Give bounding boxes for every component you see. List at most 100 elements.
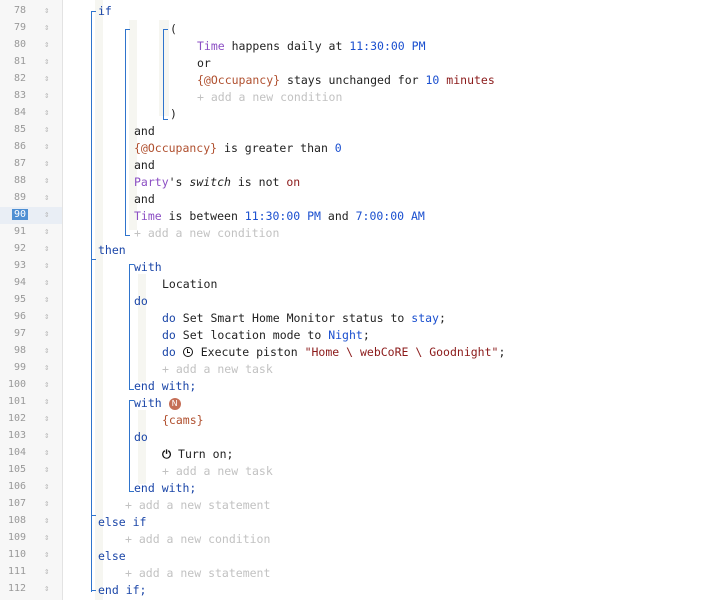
task-set-mode[interactable]: do Set location mode to Night; (162, 327, 370, 344)
drag-handle-icon[interactable]: ⇕ (44, 261, 49, 271)
gutter-row[interactable]: 93 ⇕ (0, 258, 62, 275)
drag-handle-icon[interactable]: ⇕ (44, 329, 49, 339)
drag-handle-icon[interactable]: ⇕ (44, 448, 49, 458)
and-operator-2[interactable]: and (134, 157, 155, 174)
add-condition-link-else-if[interactable]: + add a new condition (125, 531, 270, 548)
drag-handle-icon[interactable]: ⇕ (44, 244, 49, 254)
drag-handle-icon[interactable]: ⇕ (44, 57, 49, 67)
drag-handle-icon[interactable]: ⇕ (44, 23, 49, 33)
gutter-row[interactable]: 107 ⇕ (0, 496, 62, 513)
drag-handle-icon[interactable]: ⇕ (44, 6, 49, 16)
drag-handle-icon[interactable]: ⇕ (44, 142, 49, 152)
gutter-row[interactable]: 92 ⇕ (0, 241, 62, 258)
drag-handle-icon[interactable]: ⇕ (44, 584, 49, 594)
condition-occupancy-unchanged[interactable]: {@Occupancy} stays unchanged for 10 minu… (197, 72, 495, 89)
gutter-row[interactable]: 83 ⇕ (0, 88, 62, 105)
gutter-row[interactable]: 86 ⇕ (0, 139, 62, 156)
drag-handle-icon[interactable]: ⇕ (44, 108, 49, 118)
condition-occupancy-greater[interactable]: {@Occupancy} is greater than 0 (134, 140, 342, 157)
gutter-row[interactable]: 82 ⇕ (0, 71, 62, 88)
gutter-row[interactable]: 99 ⇕ (0, 360, 62, 377)
add-task-link-1[interactable]: + add a new task (162, 361, 273, 378)
gutter-row[interactable]: 111 ⇕ (0, 564, 62, 581)
drag-handle-icon[interactable]: ⇕ (44, 227, 49, 237)
gutter-row[interactable]: 97 ⇕ (0, 326, 62, 343)
gutter-row[interactable]: 95 ⇕ (0, 292, 62, 309)
gutter-row[interactable]: 103 ⇕ (0, 428, 62, 445)
with-target-cams[interactable]: {cams} (162, 412, 204, 429)
gutter-row[interactable]: 101 ⇕ (0, 394, 62, 411)
add-condition-link-if[interactable]: + add a new condition (134, 225, 279, 242)
and-operator-3[interactable]: and (134, 191, 155, 208)
end-with-2[interactable]: end with; (134, 480, 196, 497)
do-keyword-2[interactable]: do (134, 429, 148, 446)
gutter-row[interactable]: 84 ⇕ (0, 105, 62, 122)
add-statement-link-then[interactable]: + add a new statement (125, 497, 270, 514)
gutter-row[interactable]: 104 ⇕ (0, 445, 62, 462)
gutter-row[interactable]: 106 ⇕ (0, 479, 62, 496)
with-keyword-2[interactable]: with N (134, 395, 181, 412)
condition-time-between[interactable]: Time is between 11:30:00 PM and 7:00:00 … (134, 208, 425, 225)
gutter-row[interactable]: 102 ⇕ (0, 411, 62, 428)
task-set-shm[interactable]: do Set Smart Home Monitor status to stay… (162, 310, 446, 327)
drag-handle-icon[interactable]: ⇕ (44, 193, 49, 203)
do-keyword-1[interactable]: do (134, 293, 148, 310)
gutter-row[interactable]: 105 ⇕ (0, 462, 62, 479)
gutter-row[interactable]: 88 ⇕ (0, 173, 62, 190)
drag-handle-icon[interactable]: ⇕ (44, 397, 49, 407)
task-turn-on[interactable]: ⏻ Turn on; (162, 446, 233, 463)
gutter-row[interactable]: 108 ⇕ (0, 513, 62, 530)
drag-handle-icon[interactable]: ⇕ (44, 210, 49, 220)
end-if-keyword[interactable]: end if; (98, 582, 146, 599)
else-keyword[interactable]: else (98, 548, 126, 565)
then-keyword[interactable]: then (98, 242, 126, 259)
gutter-row[interactable]: 98 ⇕ (0, 343, 62, 360)
drag-handle-icon[interactable]: ⇕ (44, 74, 49, 84)
gutter-row[interactable]: 110 ⇕ (0, 547, 62, 564)
gutter-row[interactable]: 80 ⇕ (0, 37, 62, 54)
drag-handle-icon[interactable]: ⇕ (44, 533, 49, 543)
if-keyword[interactable]: if (98, 3, 112, 20)
drag-handle-icon[interactable]: ⇕ (44, 431, 49, 441)
or-operator[interactable]: or (197, 55, 211, 72)
gutter-row[interactable]: 78 ⇕ (0, 3, 62, 20)
group-open[interactable]: ( (170, 21, 177, 38)
add-statement-link-else[interactable]: + add a new statement (125, 565, 270, 582)
group-close[interactable]: ) (170, 106, 177, 123)
drag-handle-icon[interactable]: ⇕ (44, 278, 49, 288)
drag-handle-icon[interactable]: ⇕ (44, 414, 49, 424)
drag-handle-icon[interactable]: ⇕ (44, 125, 49, 135)
task-execute-piston[interactable]: do Execute piston "Home \ webCoRE \ Good… (162, 344, 505, 361)
drag-handle-icon[interactable]: ⇕ (44, 346, 49, 356)
gutter-row[interactable]: 81 ⇕ (0, 54, 62, 71)
end-with-1[interactable]: end with; (134, 378, 196, 395)
else-if-keyword[interactable]: else if (98, 514, 146, 531)
add-task-link-2[interactable]: + add a new task (162, 463, 273, 480)
gutter-row[interactable]: 85 ⇕ (0, 122, 62, 139)
drag-handle-icon[interactable]: ⇕ (44, 91, 49, 101)
with-target-location[interactable]: Location (162, 276, 217, 293)
drag-handle-icon[interactable]: ⇕ (44, 499, 49, 509)
gutter-row[interactable]: 87 ⇕ (0, 156, 62, 173)
condition-party-switch[interactable]: Party's switch is not on (134, 174, 300, 191)
drag-handle-icon[interactable]: ⇕ (44, 567, 49, 577)
with-keyword-1[interactable]: with (134, 259, 162, 276)
drag-handle-icon[interactable]: ⇕ (44, 516, 49, 526)
drag-handle-icon[interactable]: ⇕ (44, 550, 49, 560)
drag-handle-icon[interactable]: ⇕ (44, 176, 49, 186)
condition-time-daily[interactable]: Time happens daily at 11:30:00 PM (197, 38, 426, 55)
gutter-row[interactable]: 90 ⇕ (0, 207, 62, 224)
drag-handle-icon[interactable]: ⇕ (44, 312, 49, 322)
drag-handle-icon[interactable]: ⇕ (44, 482, 49, 492)
drag-handle-icon[interactable]: ⇕ (44, 465, 49, 475)
gutter-row[interactable]: 89 ⇕ (0, 190, 62, 207)
gutter-row[interactable]: 112 ⇕ (0, 581, 62, 598)
gutter-row[interactable]: 109 ⇕ (0, 530, 62, 547)
drag-handle-icon[interactable]: ⇕ (44, 159, 49, 169)
gutter-row[interactable]: 96 ⇕ (0, 309, 62, 326)
add-condition-link-group[interactable]: + add a new condition (197, 89, 342, 106)
and-operator-1[interactable]: and (134, 123, 155, 140)
gutter-row[interactable]: 79 ⇕ (0, 20, 62, 37)
gutter-row[interactable]: 91 ⇕ (0, 224, 62, 241)
drag-handle-icon[interactable]: ⇕ (44, 40, 49, 50)
